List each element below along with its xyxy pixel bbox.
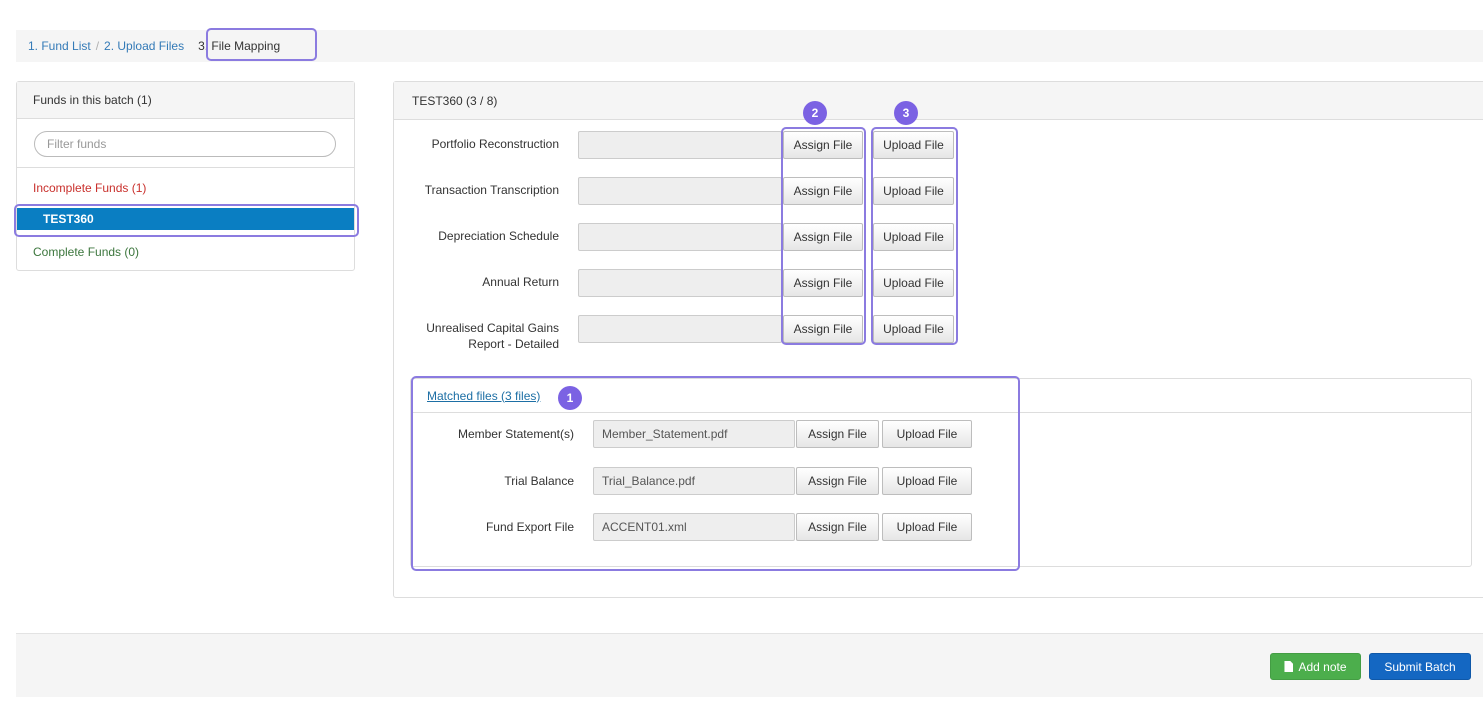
file-field-portfolio[interactable] xyxy=(578,131,782,159)
file-field-transaction[interactable] xyxy=(578,177,782,205)
assign-file-button[interactable]: Assign File xyxy=(783,131,863,159)
row-label-depreciation: Depreciation Schedule xyxy=(438,229,559,243)
filter-section xyxy=(17,119,354,168)
upload-file-button[interactable]: Upload File xyxy=(882,513,972,541)
upload-file-button[interactable]: Upload File xyxy=(873,269,954,297)
add-note-label: Add note xyxy=(1298,659,1347,674)
fund-item-test360[interactable]: TEST360 xyxy=(17,208,354,230)
breadcrumb-file-mapping: 3. File Mapping xyxy=(198,39,281,53)
row-label-annual-return: Annual Return xyxy=(482,275,559,289)
funds-panel-title: Funds in this batch (1) xyxy=(17,82,354,119)
upload-file-button[interactable]: Upload File xyxy=(873,315,954,343)
submit-batch-button[interactable]: Submit Batch xyxy=(1369,653,1471,680)
upload-file-button[interactable]: Upload File xyxy=(873,131,954,159)
breadcrumb-separator: / xyxy=(95,39,100,53)
file-field-fund-export[interactable]: ACCENT01.xml xyxy=(593,513,795,541)
incomplete-funds-label[interactable]: Incomplete Funds (1) xyxy=(33,181,146,195)
row-label-trial-balance: Trial Balance xyxy=(504,474,574,488)
funds-panel: Funds in this batch (1) Incomplete Funds… xyxy=(16,81,355,271)
breadcrumb: 1. Fund List / 2. Upload Files 3. File M… xyxy=(16,30,1483,62)
file-field-unrealised-gains[interactable] xyxy=(578,315,782,343)
upload-file-button[interactable]: Upload File xyxy=(873,223,954,251)
annotation-badge-1: 1 xyxy=(558,386,582,410)
add-note-button[interactable]: Add note xyxy=(1270,653,1361,680)
assign-file-button[interactable]: Assign File xyxy=(783,223,863,251)
upload-file-button[interactable]: Upload File xyxy=(882,420,972,448)
upload-file-button[interactable]: Upload File xyxy=(873,177,954,205)
assign-file-button[interactable]: Assign File xyxy=(796,467,879,495)
mapping-panel-title: TEST360 (3 / 8) xyxy=(394,82,1483,120)
annotation-badge-3: 3 xyxy=(894,101,918,125)
row-label-line: Unrealised Capital Gains xyxy=(426,321,559,335)
assign-file-button[interactable]: Assign File xyxy=(783,315,863,343)
breadcrumb-upload-files[interactable]: 2. Upload Files xyxy=(104,39,184,53)
assign-file-button[interactable]: Assign File xyxy=(796,420,879,448)
annotation-badge-2: 2 xyxy=(803,101,827,125)
row-label-portfolio: Portfolio Reconstruction xyxy=(431,137,559,151)
row-label-unrealised-gains: Unrealised Capital Gains Report - Detail… xyxy=(400,320,559,352)
footer-bar xyxy=(16,633,1483,697)
file-field-trial-balance[interactable]: Trial_Balance.pdf xyxy=(593,467,795,495)
document-icon xyxy=(1284,661,1294,672)
matched-files-link[interactable]: Matched files (3 files) xyxy=(427,389,540,403)
assign-file-button[interactable]: Assign File xyxy=(783,269,863,297)
filter-funds-input[interactable] xyxy=(34,131,336,157)
complete-funds-label[interactable]: Complete Funds (0) xyxy=(33,245,139,259)
row-label-transaction: Transaction Transcription xyxy=(424,183,559,197)
file-field-member-statement[interactable]: Member_Statement.pdf xyxy=(593,420,795,448)
assign-file-button[interactable]: Assign File xyxy=(783,177,863,205)
file-field-depreciation[interactable] xyxy=(578,223,782,251)
breadcrumb-fund-list[interactable]: 1. Fund List xyxy=(28,39,91,53)
row-label-fund-export: Fund Export File xyxy=(485,520,574,534)
assign-file-button[interactable]: Assign File xyxy=(796,513,879,541)
row-label-member-statement: Member Statement(s) xyxy=(457,427,574,441)
row-label-line: Report - Detailed xyxy=(468,337,559,351)
file-field-annual-return[interactable] xyxy=(578,269,782,297)
upload-file-button[interactable]: Upload File xyxy=(882,467,972,495)
